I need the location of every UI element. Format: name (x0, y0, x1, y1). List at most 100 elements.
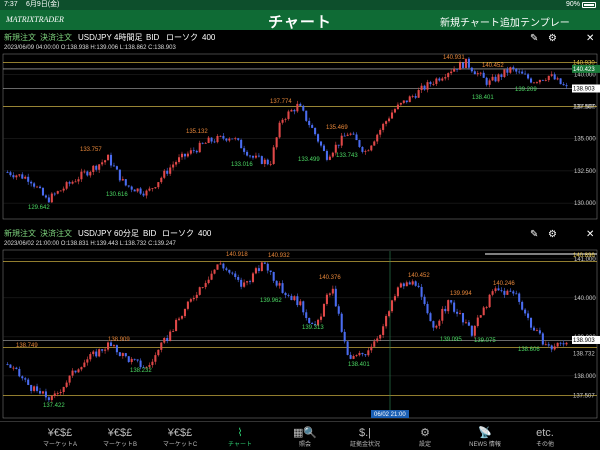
nav-item[interactable]: ⌇ チャート (210, 422, 270, 450)
chart2-candle (169, 331, 172, 341)
chart2-type-select[interactable]: ローソク (162, 227, 194, 241)
chart2-candle (275, 280, 278, 286)
chart2-candle (160, 342, 163, 350)
chart1-candle (396, 104, 399, 110)
nav-label: 設定 (418, 442, 431, 448)
chart2-timeframe-select[interactable]: 60分足 (114, 227, 139, 241)
chart2-annotation: 138.909 (108, 337, 130, 343)
chart2-candle (373, 341, 376, 347)
add-chart-button[interactable]: 新規チャート追加 (440, 14, 520, 29)
battery-percent: 90% (565, 1, 580, 8)
chart2-candle (556, 342, 559, 347)
chart1-candle (331, 152, 334, 157)
chart1-high-badge: 140.930 (573, 60, 595, 66)
chart2-candle (390, 300, 394, 312)
chart1-close-icon[interactable]: ✕ (586, 32, 594, 46)
chart2-candle (284, 292, 287, 296)
chart1-candle (186, 153, 189, 157)
nav-label: マーケットA (42, 442, 77, 448)
chart1-candle (456, 68, 459, 70)
chart1-candle (115, 166, 118, 170)
chart1-candle (266, 159, 269, 165)
chart2-candle (254, 268, 257, 274)
chart2-annotation: 139.075 (474, 338, 496, 344)
chart1-candle (178, 157, 181, 163)
chart1-ask-badge: 140.423 (573, 67, 595, 73)
chart1-candle (204, 142, 207, 144)
nav-label: マーケットC (162, 442, 198, 448)
chart2-close-icon[interactable]: ✕ (586, 228, 594, 242)
chart1-low-badge: 137.507 (573, 105, 595, 111)
chart2-settle-order-button[interactable]: 決済注文 (40, 227, 72, 241)
chart1-candle (151, 188, 154, 190)
chart1-pair-select[interactable]: USD/JPY (78, 31, 112, 45)
chart1-candle (234, 138, 237, 140)
nav-item[interactable]: $.| 証拠金状況 (335, 422, 395, 450)
chart2-candle (509, 290, 512, 292)
chart1-candle (189, 150, 192, 154)
chart2-candle (74, 370, 77, 373)
nav-item[interactable]: ▦🔍 照会 (275, 422, 335, 450)
chart2-candle (189, 299, 192, 302)
chart2-pencil-icon[interactable]: ✎ (530, 228, 538, 242)
chart2-candle (240, 279, 243, 287)
chart1-gear-icon[interactable]: ⚙ (548, 32, 557, 46)
chart2-candle (151, 361, 154, 366)
chart1-candle (6, 172, 9, 174)
chart1-candle (325, 150, 328, 160)
chart1-side-select[interactable]: BID (146, 31, 159, 45)
chart1-count-select[interactable]: 400 (202, 31, 215, 45)
chart2-side-select[interactable]: BID (143, 227, 156, 241)
chart1-candle (302, 105, 305, 111)
chart2-annotation: 140.246 (493, 281, 515, 287)
chart1-type-select[interactable]: ローソク (166, 31, 198, 45)
chart1-canvas[interactable]: 140.000137.500135.000132.500130.000140.9… (0, 53, 600, 220)
chart2-candle (503, 290, 506, 295)
chart2-candle (251, 273, 255, 282)
nav-item[interactable]: ¥€$£ マーケットC (150, 422, 210, 450)
chart1-candle (346, 134, 349, 136)
chart2-candle (269, 270, 272, 272)
nav-icon: 📡 (478, 427, 492, 439)
chart1-pencil-icon[interactable]: ✎ (530, 32, 538, 46)
chart2-gear-icon[interactable]: ⚙ (548, 228, 557, 242)
chart2-candle (467, 322, 470, 326)
chart2-candle (414, 281, 417, 286)
nav-icon: ¥€$£ (47, 427, 73, 439)
chart1-area[interactable]: 140.000 137.500 135.000 132.500 130.000 140.9… (0, 53, 600, 220)
chart2-candle (272, 271, 275, 281)
chart1-new-order-button[interactable]: 新規注文 (4, 31, 36, 45)
chart1-candle (515, 68, 518, 72)
chart1-timeframe-select[interactable]: 4時間足 (114, 31, 142, 45)
template-button[interactable]: テンプレー (520, 14, 570, 29)
nav-item[interactable]: ¥€$£ マーケットB (90, 422, 150, 450)
chart1-candle (98, 164, 101, 170)
chart2-candle (432, 321, 435, 328)
nav-item[interactable]: etc. その他 (515, 422, 575, 450)
nav-item[interactable]: ¥€$£ マーケットA (30, 422, 90, 450)
nav-item[interactable]: ⚙ 設定 (395, 422, 455, 450)
chart1-price-badge: 138.903 (573, 86, 595, 92)
chart1-candle (405, 100, 408, 103)
chart1-candle (163, 170, 166, 178)
chart1-candle (402, 100, 405, 103)
chart2-count-select[interactable]: 400 (198, 227, 211, 241)
chart2-new-order-button[interactable]: 新規注文 (4, 227, 36, 241)
chart2-candle (266, 263, 269, 271)
chart1-annotation: 129.642 (28, 205, 50, 211)
chart2-candle (62, 386, 65, 392)
chart2-candle (382, 326, 385, 335)
chart2-canvas[interactable]: 141.000140.000139.000138.00006/02 21:001… (0, 249, 600, 419)
chart1-candle (133, 189, 136, 192)
chart1-candle (44, 195, 47, 198)
chart2-candle (172, 331, 175, 332)
chart2-candle (260, 262, 263, 271)
chart2-candle (456, 311, 459, 314)
chart1-candle (355, 134, 358, 141)
chart1-candle (278, 122, 281, 138)
chart2-area[interactable]: 141.000140.000139.000138.00006/02 21:001… (0, 249, 600, 419)
chart2-pair-select[interactable]: USD/JPY (78, 227, 112, 241)
chart2-candle (405, 282, 408, 287)
chart1-settle-order-button[interactable]: 決済注文 (40, 31, 72, 45)
nav-item[interactable]: 📡 NEWS 情報 (455, 422, 515, 450)
